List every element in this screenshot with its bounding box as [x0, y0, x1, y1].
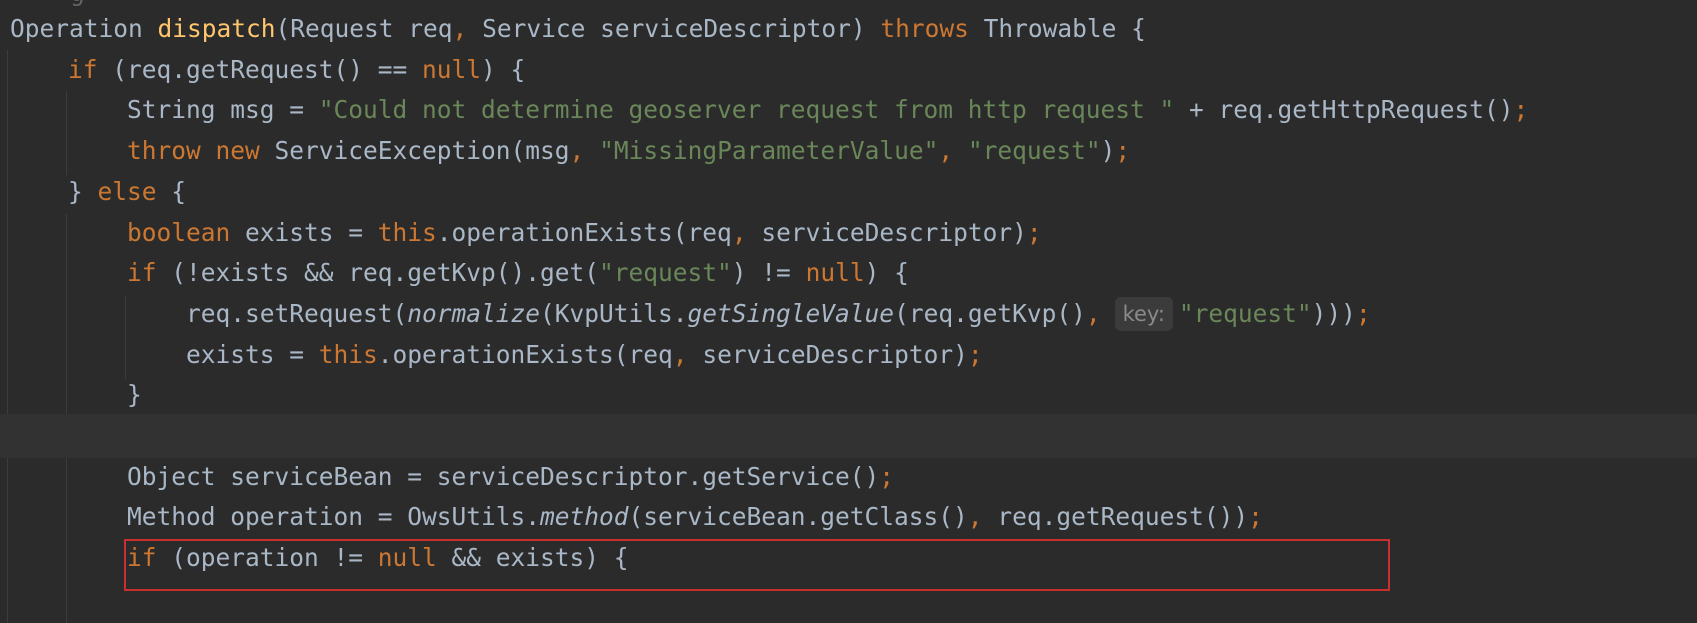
code-token: ; [879, 461, 895, 491]
code-token: method [540, 502, 629, 532]
code-token: Operation [10, 14, 158, 43]
code-token: , [938, 136, 968, 166]
parameter-inlay-hint: key: [1114, 296, 1173, 331]
code-token: else [97, 176, 172, 206]
code-token: this [318, 339, 378, 369]
code-line-content: String msg = "Could not determine geoser… [127, 88, 1528, 132]
code-token: (!exists && req.getKvp().get( [171, 258, 600, 288]
code-token: throws [880, 14, 984, 43]
code-token: ; [967, 339, 983, 369]
code-token: , [452, 14, 483, 43]
code-line-content: Operation dispatch(Request req, Service … [10, 7, 1146, 51]
code-token: req.getRequest()) [997, 502, 1249, 532]
code-editor[interactable]: g Operation dispatch(Request req, Servic… [0, 0, 1697, 623]
code-line[interactable]: if (req.getRequest() == null) { [0, 48, 1697, 92]
code-line-content: Method operation = OwsUtils.method(servi… [127, 495, 1263, 539]
code-token: } [127, 380, 142, 410]
code-token: ) { [864, 258, 909, 288]
code-token: } [68, 176, 98, 206]
code-token: ; [1355, 298, 1371, 328]
code-token: (req.getKvp() [894, 298, 1086, 328]
code-token: ; [1115, 136, 1131, 166]
code-line-content: if (!exists && req.getKvp().get("request… [127, 251, 909, 295]
code-token: String msg = [127, 95, 319, 125]
code-token: Object serviceBean = serviceDescriptor.g… [127, 461, 880, 491]
code-line[interactable]: throw new ServiceException(msg, "Missing… [0, 129, 1697, 173]
code-line[interactable]: String msg = "Could not determine geoser… [0, 88, 1697, 132]
code-token: "request" [1178, 298, 1312, 328]
code-line-content: } else { [68, 170, 186, 214]
code-line[interactable]: Operation dispatch(Request req, Service … [0, 7, 1697, 51]
code-token: , [672, 339, 703, 369]
code-line-content: } [127, 373, 142, 417]
code-token: exists = [245, 217, 378, 247]
code-line-content: boolean exists = this.operationExists(re… [127, 211, 1042, 255]
code-token: serviceDescriptor) [702, 339, 968, 369]
code-line[interactable]: } else { [0, 170, 1697, 214]
code-line[interactable] [0, 414, 1697, 458]
code-token: req.setRequest( [186, 298, 408, 328]
code-token: null [377, 543, 452, 573]
code-token: serviceDescriptor) [761, 217, 1027, 247]
code-token: (KvpUtils. [540, 298, 688, 328]
code-line-content: Object serviceBean = serviceDescriptor.g… [127, 455, 894, 499]
code-token: (Request req [275, 14, 453, 43]
code-token: if [127, 258, 172, 288]
code-token: exists = [186, 339, 319, 369]
code-token: ; [1026, 217, 1042, 247]
code-token: (req.getRequest() == [112, 54, 423, 84]
code-token: if [127, 543, 172, 573]
code-token: getSingleValue [687, 298, 895, 328]
code-token: ))) [1311, 298, 1356, 328]
code-token: this [377, 217, 437, 247]
code-token: , [569, 136, 600, 166]
code-line-content: exists = this.operationExists(req, servi… [186, 333, 983, 377]
code-token: new [215, 136, 275, 166]
code-token: , [1085, 298, 1101, 328]
code-line[interactable]: Method operation = OwsUtils.method(servi… [0, 495, 1697, 539]
code-token: Service serviceDescriptor) [482, 14, 881, 43]
clipped-line-fragment: g [70, 0, 85, 5]
code-token: "Could not determine geoserver request f… [318, 95, 1175, 125]
code-token: Throwable { [983, 14, 1146, 43]
code-token: , [967, 502, 998, 532]
code-token: (operation != [171, 543, 378, 573]
code-token: ; [1513, 95, 1529, 125]
code-line[interactable]: Object serviceBean = serviceDescriptor.g… [0, 455, 1697, 499]
code-token: (serviceBean.getClass() [628, 502, 968, 532]
code-line[interactable]: req.setRequest(normalize(KvpUtils.getSin… [0, 292, 1697, 336]
code-token: ) != [731, 258, 806, 288]
code-token: ServiceException(msg [274, 136, 570, 166]
code-token: ) { [481, 54, 526, 84]
code-token: ; [1248, 502, 1263, 532]
code-line[interactable]: boolean exists = this.operationExists(re… [0, 211, 1697, 255]
code-token: dispatch [157, 14, 276, 43]
code-token: normalize [407, 298, 541, 328]
code-token: "MissingParameterValue" [599, 136, 939, 166]
code-line[interactable]: if (!exists && req.getKvp().get("request… [0, 251, 1697, 295]
code-line-content: req.setRequest(normalize(KvpUtils.getSin… [186, 292, 1371, 336]
code-line-content: if (operation != null && exists) { [127, 536, 629, 580]
code-token: null [805, 258, 865, 288]
code-token: "request" [599, 258, 732, 288]
code-token: "request" [967, 136, 1101, 166]
code-token: null [422, 54, 482, 84]
code-line-content: if (req.getRequest() == null) { [68, 48, 525, 92]
code-token: , [731, 217, 762, 247]
code-token: && exists) { [451, 543, 629, 573]
code-line[interactable]: exists = this.operationExists(req, servi… [0, 333, 1697, 377]
code-token: boolean [127, 217, 246, 247]
code-token: Method operation = OwsUtils. [127, 502, 541, 532]
code-line-content: throw new ServiceException(msg, "Missing… [127, 129, 1130, 173]
code-token: { [171, 176, 187, 206]
code-token: .operationExists(req [377, 339, 673, 369]
code-token: if [68, 54, 113, 84]
code-token: .operationExists(req [436, 217, 732, 247]
code-token: + req.getHttpRequest() [1174, 95, 1514, 125]
code-token: ) [1100, 136, 1116, 166]
code-line[interactable]: } [0, 373, 1697, 417]
code-token: throw [127, 136, 216, 166]
code-line[interactable]: if (operation != null && exists) { [0, 536, 1697, 580]
